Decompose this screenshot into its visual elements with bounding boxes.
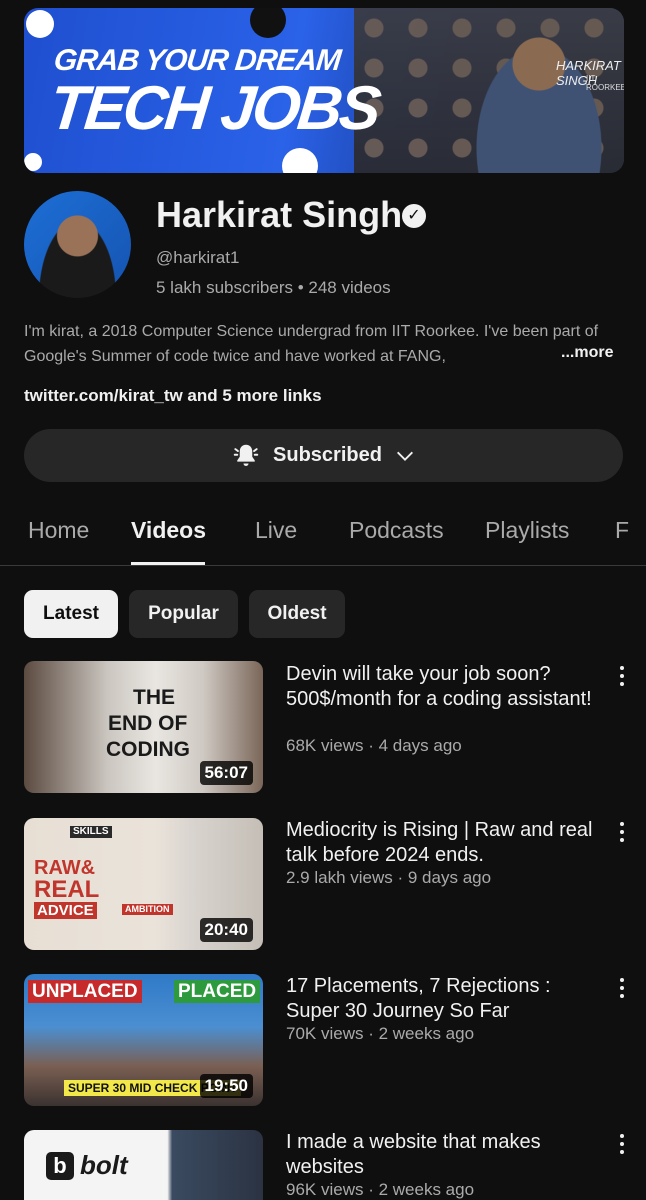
- channel-stats: 5 lakh subscribers • 248 videos: [156, 278, 391, 297]
- video-title[interactable]: I made a website that makes websites: [286, 1130, 606, 1180]
- video-thumbnail[interactable]: THE END OF CODING 56:07: [24, 661, 263, 793]
- channel-handle: @harkirat1: [156, 248, 240, 267]
- more-options-icon[interactable]: [615, 822, 629, 846]
- google-logo-icon: [26, 10, 54, 38]
- bell-icon: [233, 444, 259, 466]
- subscribed-label: Subscribed: [273, 444, 382, 466]
- video-title[interactable]: 17 Placements, 7 Rejections : Super 30 J…: [286, 974, 606, 1024]
- channel-description[interactable]: I'm kirat, a 2018 Computer Science under…: [24, 319, 624, 369]
- video-title[interactable]: Mediocrity is Rising | Raw and real talk…: [286, 818, 606, 868]
- thumb-text: bolt: [80, 1150, 128, 1180]
- tab-overflow[interactable]: F: [615, 517, 629, 544]
- chip-oldest[interactable]: Oldest: [249, 590, 345, 638]
- video-meta: 2.9 lakh views · 9 days ago: [286, 868, 492, 887]
- thumb-text: UNPLACED: [28, 980, 142, 1003]
- video-title[interactable]: Devin will take your job soon? 500$/mont…: [286, 662, 606, 712]
- channel-name: Harkirat Singh: [156, 194, 403, 235]
- video-meta: 96K views · 2 weeks ago: [286, 1180, 475, 1199]
- tab-live[interactable]: Live: [255, 517, 297, 544]
- video-meta: 68K views · 4 days ago: [286, 736, 462, 755]
- active-tab-indicator: [131, 562, 205, 565]
- channel-description-text: I'm kirat, a 2018 Computer Science under…: [24, 323, 599, 365]
- chip-popular[interactable]: Popular: [129, 590, 238, 638]
- thumb-text: SKILLS: [70, 826, 112, 838]
- channel-banner: GRAB YOUR DREAM TECH JOBS HARKIRAT SINGH…: [24, 8, 624, 173]
- channel-tabs: Home Videos Live Podcasts Playlists F: [0, 505, 646, 566]
- thumb-text: ADVICE: [34, 902, 97, 919]
- more-options-icon[interactable]: [615, 666, 629, 690]
- video-thumbnail[interactable]: UNPLACED PLACED SUPER 30 MID CHECK POINT…: [24, 974, 263, 1106]
- more-options-icon[interactable]: [615, 978, 629, 1002]
- thumb-text: RAW&: [34, 857, 96, 879]
- thumb-text: PLACED: [174, 980, 261, 1003]
- tab-videos[interactable]: Videos: [131, 517, 206, 544]
- tab-playlists[interactable]: Playlists: [485, 517, 569, 544]
- video-meta: 70K views · 2 weeks ago: [286, 1024, 475, 1043]
- tab-home[interactable]: Home: [28, 517, 89, 544]
- chevron-down-icon: [396, 451, 413, 461]
- video-thumbnail[interactable]: SKILLS RAW& REAL ADVICE AMBITION 20:40: [24, 818, 263, 950]
- meta-logo-icon: [282, 148, 318, 173]
- netflix-logo-icon: [250, 8, 286, 38]
- banner-signature-sub: IIT ROORKEE: [586, 74, 624, 92]
- channel-avatar[interactable]: [24, 191, 131, 298]
- banner-person-image: [464, 28, 614, 173]
- chip-latest[interactable]: Latest: [24, 590, 118, 638]
- bolt-logo-icon: b: [46, 1152, 74, 1180]
- banner-line1: GRAB YOUR DREAM: [52, 44, 342, 77]
- thumb-text: THE: [133, 686, 175, 709]
- video-duration: 56:07: [199, 761, 253, 785]
- amazon-logo-icon: [24, 153, 42, 171]
- thumb-text: CODING: [106, 738, 190, 761]
- video-duration: 20:40: [199, 918, 253, 942]
- channel-links[interactable]: twitter.com/kirat_tw and 5 more links: [24, 386, 322, 406]
- video-duration: 19:50: [199, 1074, 253, 1098]
- more-link[interactable]: ...more: [561, 344, 613, 362]
- verified-check-icon: ✓: [402, 204, 426, 228]
- thumb-text: END OF: [108, 712, 188, 735]
- thumb-text: REAL: [34, 876, 100, 903]
- video-thumbnail[interactable]: b bolt: [24, 1130, 263, 1200]
- tab-podcasts[interactable]: Podcasts: [349, 517, 444, 544]
- more-options-icon[interactable]: [615, 1134, 629, 1158]
- thumb-text: AMBITION: [122, 904, 173, 915]
- subscribed-button[interactable]: Subscribed: [24, 429, 623, 482]
- banner-line2: TECH JOBS: [46, 74, 382, 143]
